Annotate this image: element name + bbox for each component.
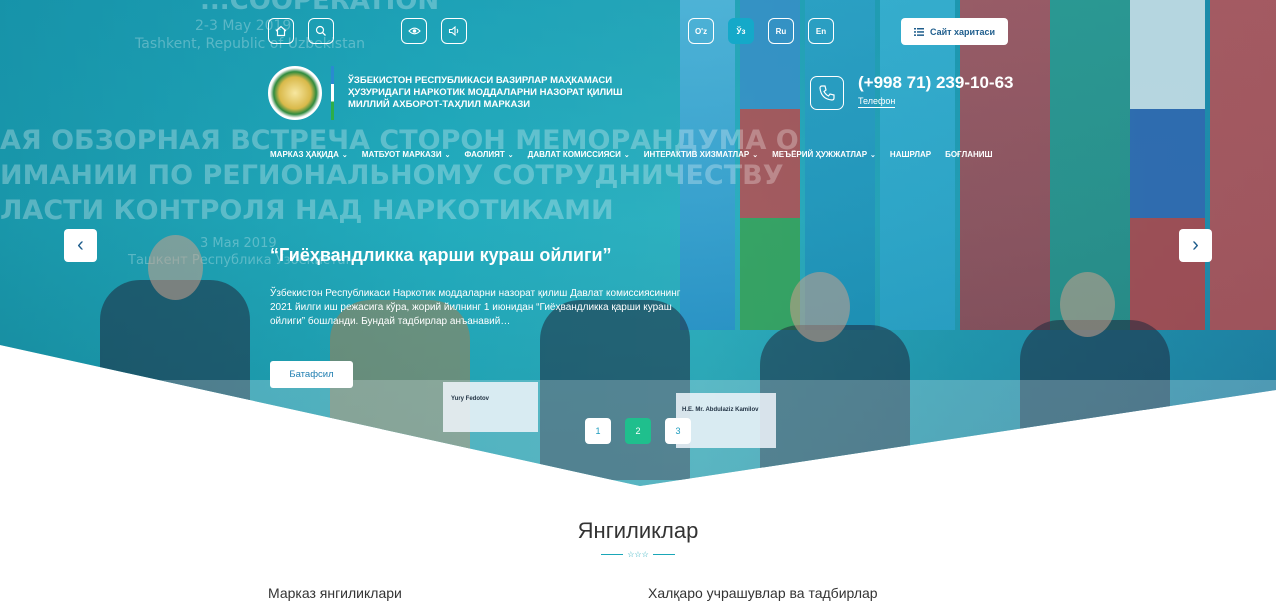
- chevron-down-icon: ⌄: [623, 151, 630, 159]
- flag-decoration: [1210, 0, 1276, 330]
- chevron-down-icon: ⌄: [444, 151, 451, 159]
- chevron-down-icon: ⌄: [752, 151, 759, 159]
- banner-ru-line2: ИМАНИИ ПО РЕГИОНАЛЬНОМУ СОТРУДНИЧЕСТВУ: [0, 160, 784, 191]
- chevron-down-icon: ⌄: [507, 151, 514, 159]
- slider-page-3[interactable]: 3: [665, 418, 691, 444]
- nav-item-documents[interactable]: МЕЪЁРИЙ ҲУЖЖАТЛАР ⌄: [772, 150, 876, 159]
- slide-title[interactable]: “Гиёҳвандликка қарши кураш ойлиги”: [270, 245, 612, 266]
- nav-item-commission[interactable]: ДАВЛАТ КОМИССИЯСИ ⌄: [528, 150, 630, 159]
- slider-page-1[interactable]: 1: [585, 418, 611, 444]
- lang-ru[interactable]: Ru: [768, 18, 794, 44]
- ornament-line: [652, 553, 675, 555]
- banner-top-text: ...COOPERATION: [200, 0, 440, 16]
- org-line-3: МИЛЛИЙ АХБОРОТ-ТАҲЛИЛ МАРКАЗИ: [348, 99, 531, 110]
- home-icon: [275, 25, 287, 37]
- nav-item-contact[interactable]: БОҒЛАНИШ: [945, 150, 992, 159]
- nav-item-about[interactable]: МАРКАЗ ҲАҚИДА ⌄: [270, 150, 348, 159]
- lang-en[interactable]: En: [808, 18, 834, 44]
- chevron-left-icon: ‹: [77, 234, 84, 256]
- title-ornament: ☆☆☆: [596, 549, 680, 559]
- center-news-tab[interactable]: Марказ янгиликлари: [268, 585, 402, 601]
- list-icon: [913, 27, 924, 36]
- search-icon: [315, 25, 326, 36]
- ornament-line: [601, 553, 624, 555]
- nav-label: ДАВЛАТ КОМИССИЯСИ: [527, 150, 621, 159]
- nav-label: НАШРЛАР: [889, 150, 932, 159]
- slide-text: Ўзбекистон Республикаси Наркотик моддала…: [270, 288, 681, 327]
- flag-decoration: [1130, 0, 1205, 330]
- international-events-tab[interactable]: Халқаро учрашувлар ва тадбирлар: [648, 585, 878, 601]
- eye-icon: [407, 27, 421, 35]
- sitemap-button[interactable]: Сайт харитаси: [901, 18, 1008, 45]
- flag-bar: [331, 66, 334, 120]
- chevron-right-icon: ›: [1192, 234, 1199, 256]
- stars-icon: ☆☆☆: [627, 549, 649, 559]
- sitemap-label: Сайт харитаси: [929, 26, 996, 37]
- banner-ru-line3: ЛАСТИ КОНТРОЛЯ НАД НАРКОТИКАМИ: [0, 195, 614, 226]
- nav-item-activity[interactable]: ФАОЛИЯТ ⌄: [464, 150, 513, 159]
- main-nav: МАРКАЗ ҲАҚИДА ⌄ МАТБУОТ МАРКАЗИ ⌄ ФАОЛИЯТ ⌄…: [270, 150, 993, 159]
- lang-uz-cyrillic[interactable]: Ўз: [728, 18, 754, 44]
- flag-decoration: [960, 0, 1050, 330]
- org-line-1: ЎЗБЕКИСТОН РЕСПУБЛИКАСИ ВАЗИРЛАР МАҲКАМА…: [348, 75, 613, 86]
- phone-icon: [819, 85, 835, 101]
- state-emblem-logo[interactable]: [268, 66, 322, 120]
- nav-item-press[interactable]: МАТБУОТ МАРКАЗИ ⌄: [362, 150, 451, 159]
- accessibility-button[interactable]: [401, 18, 427, 44]
- hero-slider: ...COOPERATION 2-3 May 2019 Tashkent, Re…: [0, 0, 1276, 486]
- nav-label: МАРКАЗ ҲАҚИДА: [270, 150, 339, 159]
- chevron-down-icon: ⌄: [341, 151, 348, 159]
- nav-label: БОҒЛАНИШ: [945, 150, 993, 159]
- phone-label: Телефон: [858, 96, 896, 108]
- nav-label: МАТБУОТ МАРКАЗИ: [361, 150, 442, 159]
- phone-button[interactable]: [810, 76, 844, 110]
- org-line-2: ҲУЗУРИДАГИ НАРКОТИК МОДДАЛАРНИ НАЗОРАТ Қ…: [348, 87, 623, 98]
- person-head-decoration: [1060, 272, 1115, 337]
- search-button[interactable]: [308, 18, 334, 44]
- nameplate: H.E. Mr. Abdulaziz Kamilov: [676, 393, 776, 448]
- nav-label: МЕЪЁРИЙ ҲУЖЖАТЛАР: [772, 150, 868, 159]
- audio-button[interactable]: [441, 18, 467, 44]
- person-head-decoration: [148, 235, 203, 300]
- flag-decoration: [880, 0, 955, 330]
- banner-ru-date: 3 Мая 2019: [200, 236, 277, 251]
- nameplate: Yury Fedotov: [443, 382, 538, 432]
- lang-uz-latin[interactable]: O'z: [688, 18, 714, 44]
- slider-page-2[interactable]: 2: [625, 418, 651, 444]
- slider-next-button[interactable]: ›: [1179, 229, 1212, 262]
- chevron-down-icon: ⌄: [870, 151, 876, 159]
- speaker-icon: [448, 25, 458, 37]
- phone-number[interactable]: (+998 71) 239-10-63: [858, 73, 1013, 93]
- read-more-button[interactable]: Батафсил: [270, 361, 353, 388]
- nav-label: ИНТЕРАКТИВ ХИЗМАТЛАР: [643, 150, 750, 159]
- home-button[interactable]: [268, 18, 294, 44]
- nav-item-interactive[interactable]: ИНТЕРАКТИВ ХИЗМАТЛАР ⌄: [644, 150, 758, 159]
- nav-label: ФАОЛИЯТ: [464, 150, 505, 159]
- news-section-title: Янгиликлар: [577, 518, 699, 543]
- organization-name[interactable]: ЎЗБЕКИСТОН РЕСПУБЛИКАСИ ВАЗИРЛАР МАҲКАМА…: [348, 75, 628, 111]
- nav-item-publications[interactable]: НАШРЛАР: [890, 150, 931, 159]
- slider-prev-button[interactable]: ‹: [64, 229, 97, 262]
- person-head-decoration: [790, 272, 850, 342]
